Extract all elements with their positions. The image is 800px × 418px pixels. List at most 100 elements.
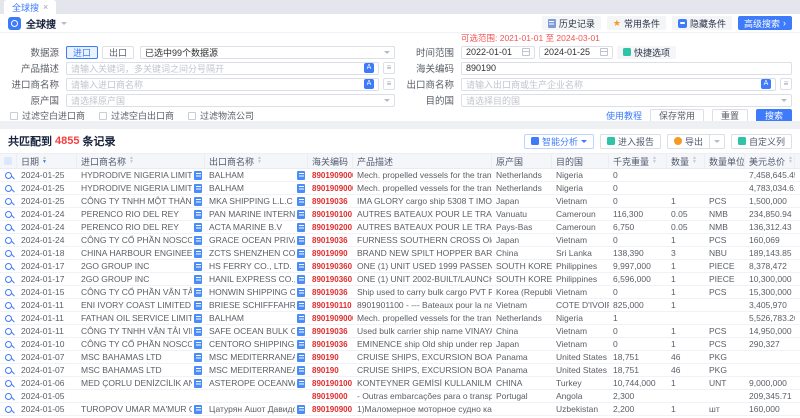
magnifier-icon[interactable] xyxy=(5,237,12,244)
advanced-search-button[interactable]: 高级搜索 › xyxy=(738,16,792,30)
exporter-input[interactable]: 请输入出口商或生产企业名称 A xyxy=(461,78,776,91)
exporter-cell[interactable]: ACTA MARINE B.V xyxy=(205,221,308,233)
importer-cell[interactable]: HYDRODIVE NIGERIA LIMITED xyxy=(77,169,205,181)
company-profile-icon[interactable] xyxy=(297,249,305,258)
hs-code-cell[interactable]: 89019090 xyxy=(308,247,353,259)
importer-cell[interactable]: FATHAN OIL SERVICE LIMITED xyxy=(77,312,205,324)
exporter-cell[interactable]: BRIESE SCHIFFFAHRTS GMBH & CO xyxy=(205,299,308,311)
hs-code-cell[interactable]: 89019036 xyxy=(308,325,353,337)
importer-cell[interactable]: CHINA HARBOUR ENGINEERING CO LTD xyxy=(77,247,205,259)
company-profile-icon[interactable] xyxy=(297,327,305,336)
export-button[interactable]: 导出 xyxy=(667,134,710,149)
company-profile-icon[interactable] xyxy=(297,314,305,323)
importer-cell[interactable]: PERENCO RIO DEL REY xyxy=(77,208,205,220)
row-detail-cell[interactable] xyxy=(0,403,17,415)
more-options-icon[interactable]: ≡ xyxy=(780,78,792,90)
tab-global-search[interactable]: 全球搜 × xyxy=(4,0,56,14)
importer-cell[interactable]: 2GO GROUP INC xyxy=(77,260,205,272)
destination-country-select[interactable]: 请选择目的国 xyxy=(461,94,792,107)
exporter-cell[interactable]: MSC MEDITERRANEAN SHIPPING CO. (PAN xyxy=(205,351,308,363)
exporter-cell[interactable]: MSC MEDITERRANEAN SHIPPING CO. (PAN xyxy=(205,364,308,376)
magnifier-icon[interactable] xyxy=(5,367,12,374)
exporter-name[interactable]: Цатурян Ашот Давидович xyxy=(209,404,295,414)
exporter-name[interactable]: ACTA MARINE B.V xyxy=(209,222,295,232)
exporter-cell[interactable]: HONWIN SHIPPING CO.,LTD xyxy=(205,286,308,298)
row-detail-cell[interactable] xyxy=(0,273,17,285)
row-detail-cell[interactable] xyxy=(0,377,17,389)
importer-cell[interactable] xyxy=(77,390,205,402)
magnifier-icon[interactable] xyxy=(5,250,12,257)
importer-name[interactable]: CÔNG TY CỔ PHẦN NOSCO SHIPYARD xyxy=(81,339,192,349)
exporter-name[interactable]: PAN MARINE INTERNATIONAL -INC xyxy=(209,209,295,219)
company-profile-icon[interactable] xyxy=(194,262,202,271)
magnifier-icon[interactable] xyxy=(5,341,12,348)
hs-code-cell[interactable]: 8901909000 xyxy=(308,169,353,181)
more-options-icon[interactable]: ≡ xyxy=(383,78,395,90)
importer-name[interactable]: CÔNG TY TNHH MỘT THÀNH VIÊN ĐÔNG TÀ xyxy=(81,196,192,206)
row-detail-cell[interactable] xyxy=(0,169,17,181)
import-toggle[interactable]: 进口 xyxy=(66,46,98,59)
magnifier-icon[interactable] xyxy=(5,289,12,296)
importer-cell[interactable]: 2GO GROUP INC xyxy=(77,273,205,285)
hs-code-cell[interactable]: 890190100 xyxy=(308,377,353,389)
row-detail-cell[interactable] xyxy=(0,312,17,324)
magnifier-icon[interactable] xyxy=(5,263,12,270)
company-profile-icon[interactable] xyxy=(194,210,202,219)
company-profile-icon[interactable] xyxy=(297,340,305,349)
importer-cell[interactable]: PERENCO RIO DEL REY xyxy=(77,221,205,233)
row-detail-cell[interactable] xyxy=(0,221,17,233)
header-quantity[interactable]: 数量▲▼ xyxy=(667,154,705,168)
importer-name[interactable]: CÔNG TY CỔ PHẦN NOSCO SHIPYARD xyxy=(81,235,192,245)
tab-close-icon[interactable]: × xyxy=(43,2,48,12)
importer-name[interactable]: PERENCO RIO DEL REY xyxy=(81,209,192,219)
hs-code-cell[interactable]: 89019036 xyxy=(308,234,353,246)
enter-report-button[interactable]: 进入报告 xyxy=(600,134,661,149)
importer-name[interactable]: TUROPOV UMAR MA'MUR O'G'LI xyxy=(81,404,192,414)
sort-icon[interactable]: ▲▼ xyxy=(692,157,697,164)
exporter-name[interactable]: BALHAM xyxy=(209,183,295,193)
customize-columns-button[interactable]: 自定义列 xyxy=(731,134,792,149)
hs-code-cell[interactable]: 890190360 xyxy=(308,260,353,272)
hs-code-cell[interactable]: 8901909000 xyxy=(308,182,353,194)
company-profile-icon[interactable] xyxy=(297,301,305,310)
exporter-cell[interactable]: Цатурян Ашот Давидович xyxy=(205,403,308,415)
header-date[interactable]: 日期▲▼ xyxy=(17,154,77,168)
exporter-cell[interactable]: GRACE OCEAN PRIVATE LIMITED xyxy=(205,234,308,246)
quick-options-button[interactable]: 快捷选项 xyxy=(617,46,676,59)
importer-cell[interactable]: CÔNG TY CỔ PHẦN VẬN TẢI VÀ TIẾP VẬN P xyxy=(77,286,205,298)
export-toggle[interactable]: 出口 xyxy=(102,46,134,59)
exporter-cell[interactable]: BALHAM xyxy=(205,312,308,324)
company-profile-icon[interactable] xyxy=(194,379,202,388)
company-profile-icon[interactable] xyxy=(297,171,305,180)
exporter-cell[interactable] xyxy=(205,390,308,402)
importer-cell[interactable]: HYDRODIVE NIGERIA LIMITED xyxy=(77,182,205,194)
company-profile-icon[interactable] xyxy=(194,340,202,349)
more-options-icon[interactable]: ≡ xyxy=(383,62,395,74)
hs-code-cell[interactable]: 8901909000 xyxy=(308,312,353,324)
magnifier-icon[interactable] xyxy=(5,393,12,400)
row-detail-cell[interactable] xyxy=(0,351,17,363)
exporter-cell[interactable]: ASTEROPE OCEANWAY LIMITED xyxy=(205,377,308,389)
header-filter-cell[interactable] xyxy=(0,154,17,168)
importer-cell[interactable]: TUROPOV UMAR MA'MUR O'G'LI xyxy=(77,403,205,415)
magnifier-icon[interactable] xyxy=(5,224,12,231)
company-profile-icon[interactable] xyxy=(194,171,202,180)
magnifier-icon[interactable] xyxy=(5,211,12,218)
exporter-cell[interactable]: MKA SHIPPING L.L.C xyxy=(205,195,308,207)
magnifier-icon[interactable] xyxy=(5,328,12,335)
company-profile-icon[interactable] xyxy=(297,236,305,245)
importer-name[interactable]: 2GO GROUP INC xyxy=(81,274,192,284)
data-source-select[interactable]: 已选中99个数据源 xyxy=(140,46,395,59)
row-detail-cell[interactable] xyxy=(0,234,17,246)
chevron-down-icon[interactable] xyxy=(61,22,67,25)
exporter-name[interactable]: ASTEROPE OCEANWAY LIMITED xyxy=(209,378,295,388)
importer-name[interactable]: HYDRODIVE NIGERIA LIMITED xyxy=(81,170,192,180)
company-profile-icon[interactable] xyxy=(194,184,202,193)
company-profile-icon[interactable] xyxy=(194,236,202,245)
company-profile-icon[interactable] xyxy=(194,327,202,336)
hs-code-cell[interactable]: 890190360 xyxy=(308,273,353,285)
company-profile-icon[interactable] xyxy=(297,223,305,232)
importer-name[interactable]: PERENCO RIO DEL REY xyxy=(81,222,192,232)
row-detail-cell[interactable] xyxy=(0,195,17,207)
importer-name[interactable]: HYDRODIVE NIGERIA LIMITED xyxy=(81,183,192,193)
